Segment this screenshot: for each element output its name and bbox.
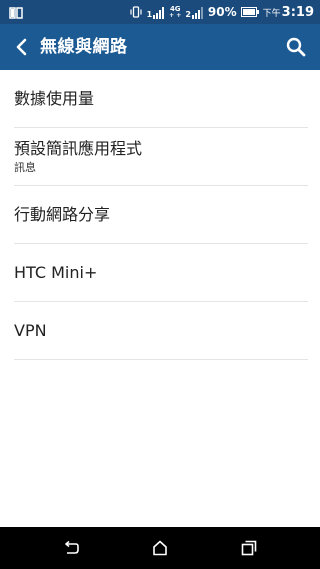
signal-icon (153, 7, 165, 19)
settings-item-title: 數據使用量 (14, 88, 95, 108)
nav-bar (0, 527, 320, 569)
settings-item-title: HTC Mini+ (14, 262, 98, 282)
home-icon[interactable] (148, 536, 172, 560)
clock: 下午 3:19 (263, 5, 314, 20)
settings-item-title: VPN (14, 320, 47, 340)
settings-item-htc-mini[interactable]: HTC Mini+ (14, 244, 308, 302)
settings-item-title: 預設簡訊應用程式 (14, 138, 143, 158)
settings-item-title: 行動網路分享 (14, 204, 111, 224)
page-title: 無線與網路 (40, 37, 128, 57)
settings-item-data-usage[interactable]: 數據使用量 (14, 70, 308, 128)
search-icon[interactable] (284, 35, 308, 59)
app-bar: 無線與網路 (0, 24, 320, 70)
book-icon (9, 5, 23, 19)
sim2-label: 2 (185, 10, 191, 19)
settings-item-default-sms-app[interactable]: 預設簡訊應用程式 訊息 (14, 128, 308, 186)
status-bar: 1 4G + + 2 90% 下午 3:19 (0, 0, 320, 24)
clock-time: 3:19 (281, 4, 314, 20)
settings-item-vpn[interactable]: VPN (14, 302, 308, 360)
back-arrow-icon[interactable] (10, 35, 34, 59)
back-icon[interactable] (59, 536, 83, 560)
battery-icon (240, 7, 259, 17)
battery-percent: 90% (207, 5, 237, 19)
network-type: 4G + + (169, 5, 182, 19)
sim2-signal: 2 (185, 5, 204, 19)
signal-icon (191, 7, 203, 19)
recent-apps-icon[interactable] (237, 536, 261, 560)
clock-ampm: 下午 (262, 8, 281, 19)
settings-item-subtitle: 訊息 (14, 160, 36, 174)
network-type-sub: + + (169, 11, 182, 19)
settings-item-tethering[interactable]: 行動網路分享 (14, 186, 308, 244)
sim1-signal: 1 (147, 5, 166, 19)
settings-list: 數據使用量 預設簡訊應用程式 訊息 行動網路分享 HTC Mini+ VPN (0, 70, 320, 360)
sim1-label: 1 (146, 10, 153, 19)
vibrate-icon (129, 5, 143, 19)
screen: 1 4G + + 2 90% 下午 3:19 無線與網路 數據使用量 預設簡訊應… (0, 0, 320, 569)
status-indicators: 1 4G + + 2 90% 下午 3:19 (125, 0, 314, 24)
